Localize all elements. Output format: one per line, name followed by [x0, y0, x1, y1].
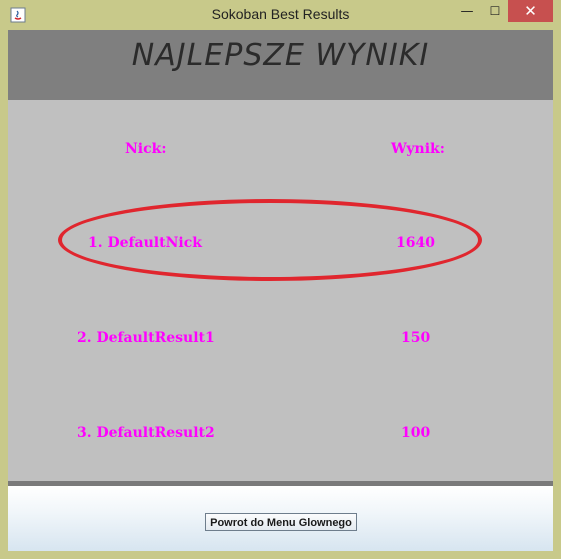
maximize-button[interactable]: ☐ — [483, 0, 507, 22]
minimize-button[interactable]: — — [455, 0, 479, 22]
client-area: NAJLEPSZE WYNIKI Nick: Wynik: 1. Default… — [8, 30, 553, 551]
results-panel: Nick: Wynik: 1. DefaultNick 1640 2. Defa… — [8, 100, 553, 481]
result-2-nick: 2. DefaultResult1 — [77, 330, 215, 346]
title-bar[interactable]: Sokoban Best Results — ☐ ✕ — [0, 0, 561, 30]
footer-panel: Powrot do Menu Glownego — [8, 486, 553, 551]
page-title: NAJLEPSZE WYNIKI — [131, 38, 430, 73]
app-window: Sokoban Best Results — ☐ ✕ NAJLEPSZE WYN… — [0, 0, 561, 559]
result-1-score: 1640 — [396, 235, 435, 251]
nick-column-header: Nick: — [125, 141, 167, 157]
header-panel: NAJLEPSZE WYNIKI — [8, 30, 553, 100]
back-to-menu-button[interactable]: Powrot do Menu Glownego — [205, 513, 357, 531]
result-3-score: 100 — [401, 425, 431, 441]
close-button[interactable]: ✕ — [508, 0, 553, 22]
score-column-header: Wynik: — [391, 141, 445, 157]
result-1-nick: 1. DefaultNick — [88, 235, 202, 251]
result-2-score: 150 — [401, 330, 431, 346]
result-3-nick: 3. DefaultResult2 — [77, 425, 215, 441]
